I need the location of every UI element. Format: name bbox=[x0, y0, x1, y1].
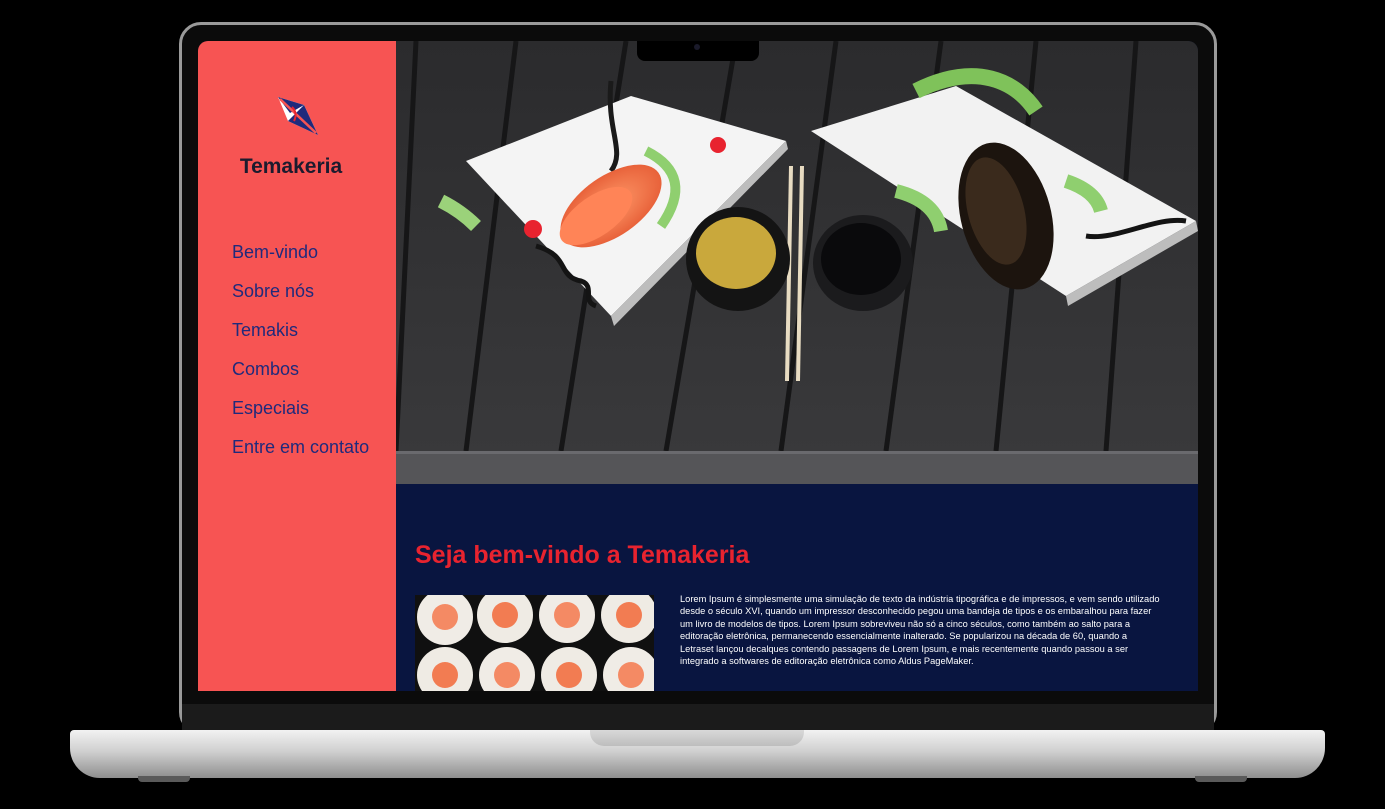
laptop-bezel bbox=[182, 704, 1214, 732]
nav-item-contato[interactable]: Entre em contato bbox=[232, 436, 369, 475]
nav-item-especiais[interactable]: Especiais bbox=[232, 397, 369, 436]
sushi-rolls-image bbox=[415, 595, 654, 691]
hero-image bbox=[396, 41, 1198, 484]
sidebar: Temakeria Bem-vindo Sobre nós Temakis Co… bbox=[198, 41, 396, 691]
laptop-base bbox=[70, 730, 1325, 778]
nav-item-sobre-nos[interactable]: Sobre nós bbox=[232, 280, 369, 319]
nav-item-combos[interactable]: Combos bbox=[232, 358, 369, 397]
welcome-section: Seja bem-vindo a Temakeria Lorem Ipsum é… bbox=[396, 484, 1198, 691]
laptop-foot-right bbox=[1195, 776, 1247, 782]
kite-logo-icon[interactable] bbox=[274, 93, 320, 139]
trackpad-notch bbox=[590, 730, 804, 746]
welcome-text: Lorem Ipsum é simplesmente uma simulação… bbox=[680, 594, 1160, 667]
page-title: Seja bem-vindo a Temakeria bbox=[415, 541, 750, 569]
brand-name: Temakeria bbox=[239, 155, 343, 178]
nav-item-temakis[interactable]: Temakis bbox=[232, 319, 369, 358]
camera-notch bbox=[637, 41, 759, 61]
main-nav: Bem-vindo Sobre nós Temakis Combos Espec… bbox=[232, 241, 369, 475]
laptop-foot-left bbox=[138, 776, 190, 782]
website-screen: Temakeria Bem-vindo Sobre nós Temakis Co… bbox=[198, 41, 1198, 691]
nav-item-bem-vindo[interactable]: Bem-vindo bbox=[232, 241, 369, 280]
camera-icon bbox=[694, 44, 700, 50]
